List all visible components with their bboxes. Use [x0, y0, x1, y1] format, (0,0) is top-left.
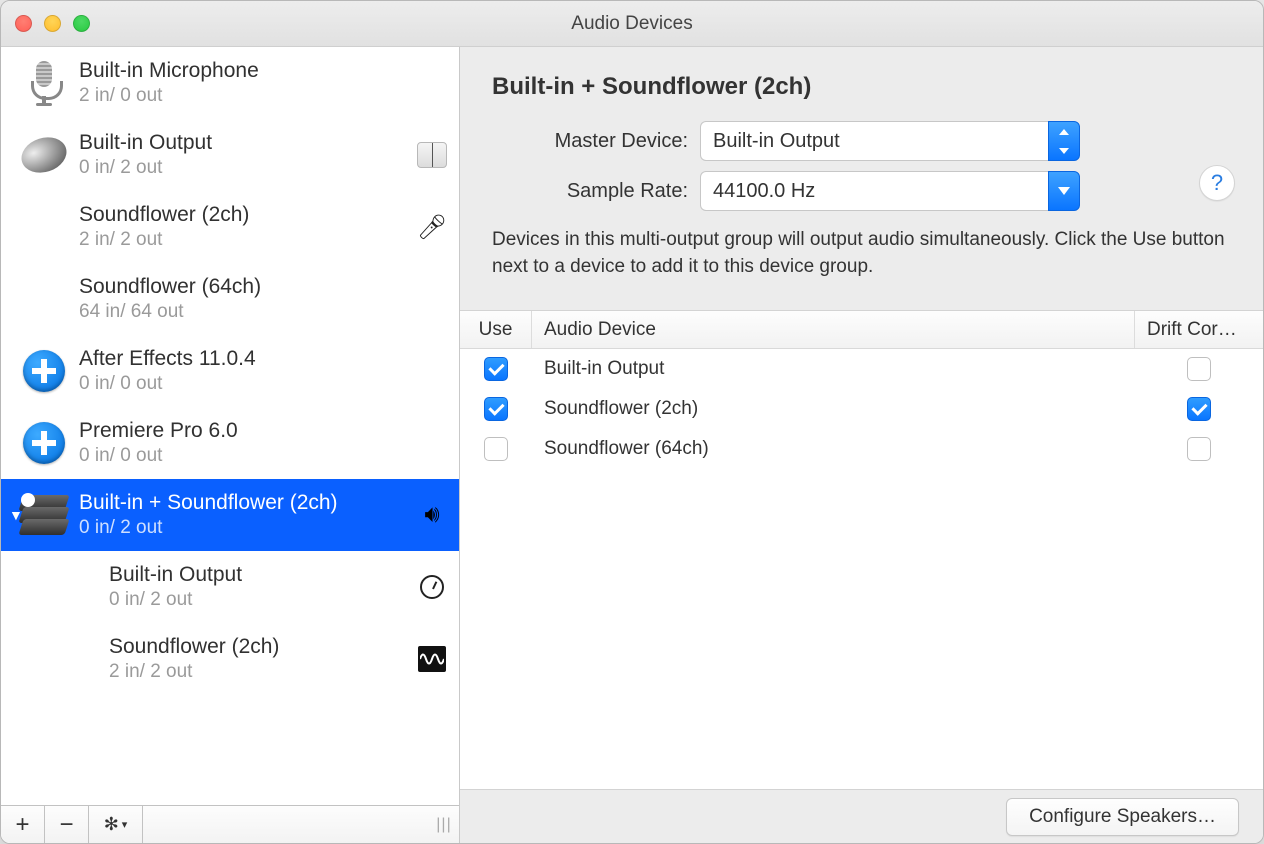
device-badge: 🎤︎	[415, 211, 449, 243]
device-item[interactable]: After Effects 11.0.40 in/ 0 out	[1, 335, 459, 407]
device-badge	[415, 139, 449, 171]
window-title: Audio Devices	[1, 13, 1263, 35]
device-item[interactable]: Built-in Output0 in/ 2 out	[1, 119, 459, 191]
device-io-count: 0 in/ 0 out	[79, 445, 449, 467]
table-row[interactable]: Soundflower (64ch)	[460, 429, 1263, 469]
detail-footer: Configure Speakers…	[460, 790, 1263, 843]
device-type-icon	[15, 55, 73, 111]
col-audio-device[interactable]: Audio Device	[532, 311, 1135, 348]
device-actions-menu[interactable]: ✻▾	[89, 806, 143, 843]
device-name: After Effects 11.0.4	[79, 347, 449, 371]
device-type-icon	[15, 199, 73, 255]
device-io-count: 0 in/ 2 out	[109, 589, 407, 611]
device-list[interactable]: Built-in Microphone2 in/ 0 outBuilt-in O…	[1, 47, 459, 805]
device-io-count: 64 in/ 64 out	[79, 301, 449, 323]
sample-rate-label: Sample Rate:	[492, 180, 688, 203]
table-body: Built-in OutputSoundflower (2ch)Soundflo…	[460, 349, 1263, 789]
waveform-icon	[418, 646, 446, 672]
device-item[interactable]: Premiere Pro 6.00 in/ 0 out	[1, 407, 459, 479]
configure-speakers-button[interactable]: Configure Speakers…	[1006, 798, 1239, 836]
remove-device-button[interactable]: −	[45, 806, 89, 843]
device-badge	[415, 643, 449, 675]
use-checkbox[interactable]	[484, 397, 508, 421]
device-io-count: 2 in/ 0 out	[79, 85, 449, 107]
row-device-name: Soundflower (64ch)	[532, 429, 1135, 469]
device-name: Soundflower (2ch)	[109, 635, 407, 659]
device-badge	[415, 571, 449, 603]
multi-output-hint: Devices in this multi-output group will …	[492, 227, 1231, 280]
chevron-down-icon: ▾	[122, 818, 128, 831]
device-io-count: 0 in/ 0 out	[79, 373, 449, 395]
sample-rate-value: 44100.0 Hz	[700, 171, 1048, 211]
titlebar: Audio Devices	[1, 1, 1263, 47]
device-item[interactable]: Built-in Output0 in/ 2 out	[1, 551, 459, 623]
drift-correction-checkbox[interactable]	[1187, 397, 1211, 421]
table-header: Use Audio Device Drift Cor…	[460, 311, 1263, 349]
device-type-icon	[15, 271, 73, 327]
device-name: Soundflower (64ch)	[79, 275, 449, 299]
device-name: Built-in Output	[79, 131, 407, 155]
audio-devices-window: Audio Devices Built-in Microphone2 in/ 0…	[0, 0, 1264, 844]
device-sidebar: Built-in Microphone2 in/ 0 outBuilt-in O…	[1, 47, 460, 843]
row-device-name: Built-in Output	[532, 349, 1135, 389]
drift-correction-checkbox[interactable]	[1187, 437, 1211, 461]
row-device-name: Soundflower (2ch)	[532, 389, 1135, 429]
microphone-icon: 🎤︎	[417, 213, 447, 242]
add-device-button[interactable]: +	[1, 806, 45, 843]
col-drift-correction[interactable]: Drift Cor…	[1135, 311, 1263, 348]
device-item[interactable]: Built-in Microphone2 in/ 0 out	[1, 47, 459, 119]
master-device-row: Master Device: Built-in Output	[492, 121, 1231, 161]
sidebar-toolbar: + − ✻▾ |||	[1, 805, 459, 843]
device-type-icon	[15, 343, 73, 399]
clock-icon	[420, 575, 444, 599]
device-name: Soundflower (2ch)	[79, 203, 407, 227]
device-item[interactable]: Soundflower (2ch)2 in/ 2 out	[1, 623, 459, 695]
detail-panel: Built-in + Soundflower (2ch) Master Devi…	[460, 47, 1263, 843]
master-device-value: Built-in Output	[700, 121, 1048, 161]
device-type-icon	[45, 559, 103, 615]
sample-rate-row: Sample Rate: 44100.0 Hz	[492, 171, 1231, 211]
table-row[interactable]: Built-in Output	[460, 349, 1263, 389]
master-device-select[interactable]: Built-in Output	[700, 121, 1080, 161]
device-name: Built-in Microphone	[79, 59, 449, 83]
use-checkbox[interactable]	[484, 357, 508, 381]
device-badge: 🔊︎	[415, 499, 449, 531]
volume-icon: 🔊︎	[424, 501, 439, 529]
device-item[interactable]: Soundflower (2ch)2 in/ 2 out 🎤︎	[1, 191, 459, 263]
device-type-icon	[15, 415, 73, 471]
device-type-icon	[15, 127, 73, 183]
device-name: Premiere Pro 6.0	[79, 419, 449, 443]
use-checkbox[interactable]	[484, 437, 508, 461]
devices-table: Use Audio Device Drift Cor… Built-in Out…	[460, 310, 1263, 790]
table-row[interactable]: Soundflower (2ch)	[460, 389, 1263, 429]
device-item[interactable]: Soundflower (64ch)64 in/ 64 out	[1, 263, 459, 335]
master-device-label: Master Device:	[492, 130, 688, 153]
sidebar-resize-handle[interactable]: |||	[429, 806, 459, 843]
gear-icon: ✻	[104, 814, 119, 835]
chevron-down-icon	[1048, 171, 1080, 211]
help-button[interactable]: ?	[1199, 165, 1235, 201]
device-name: Built-in Output	[109, 563, 407, 587]
device-io-count: 2 in/ 2 out	[79, 229, 407, 251]
device-type-icon	[45, 631, 103, 687]
select-stepper-icon	[1048, 121, 1080, 161]
device-io-count: 2 in/ 2 out	[109, 661, 407, 683]
device-name: Built-in + Soundflower (2ch)	[79, 491, 407, 515]
detail-title: Built-in + Soundflower (2ch)	[492, 73, 1231, 101]
finder-icon	[417, 142, 447, 168]
device-item[interactable]: ▼Built-in + Soundflower (2ch)0 in/ 2 out…	[1, 479, 459, 551]
device-io-count: 0 in/ 2 out	[79, 517, 407, 539]
device-type-icon	[15, 487, 73, 543]
drift-correction-checkbox[interactable]	[1187, 357, 1211, 381]
col-use[interactable]: Use	[460, 311, 532, 348]
sample-rate-select[interactable]: 44100.0 Hz	[700, 171, 1080, 211]
device-io-count: 0 in/ 2 out	[79, 157, 407, 179]
